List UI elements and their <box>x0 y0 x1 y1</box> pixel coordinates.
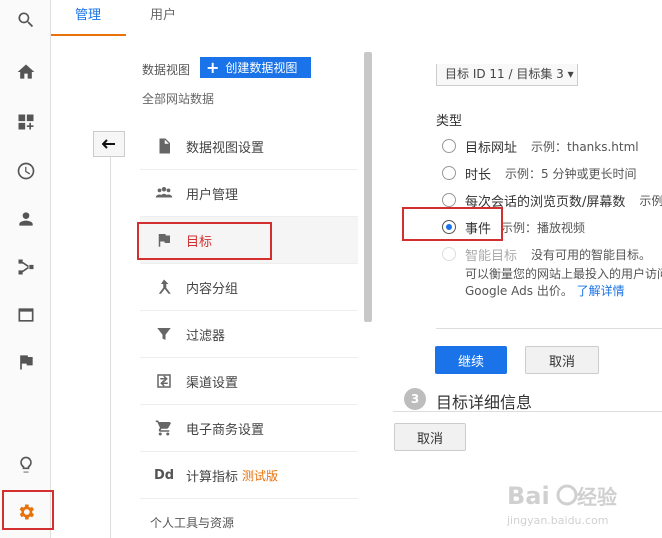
beta-badge: 测试版 <box>242 468 279 483</box>
radio-label: 目标网址 <box>465 140 518 156</box>
continue-button[interactable]: 继续 <box>435 346 507 374</box>
menu-item-filters[interactable]: 过滤器 <box>140 311 358 358</box>
tab-users[interactable]: 用户 <box>150 4 176 40</box>
admin-highlight-box <box>2 490 54 530</box>
menu-scrollbar[interactable] <box>364 52 372 322</box>
menu-item-label: 用户管理 <box>186 187 239 203</box>
svg-text:Bai: Bai <box>507 482 550 510</box>
baidu-watermark-logo: Bai 经验 jingyan.baidu.com <box>506 482 617 527</box>
menu-item-label: 电子商务设置 <box>186 422 265 438</box>
conversions-flag-icon[interactable] <box>0 342 51 382</box>
radio-destination[interactable] <box>442 139 456 153</box>
menu-item-channel-settings[interactable]: 渠道设置 <box>140 358 358 405</box>
goal-type-duration[interactable]: 时长 示例：5 分钟或更长时间 <box>442 163 636 183</box>
smart-desc-line1: 可以衡量您的网站上最投入的用户访问 <box>465 267 662 281</box>
back-button[interactable] <box>93 131 125 157</box>
cancel-bottom-button[interactable]: 取消 <box>394 423 466 451</box>
menu-item-user-management[interactable]: 用户管理 <box>140 170 358 217</box>
menu-item-label: 渠道设置 <box>186 375 239 391</box>
menu-item-ecommerce[interactable]: 电子商务设置 <box>140 405 358 452</box>
grouping-icon <box>152 277 176 297</box>
divider <box>393 411 662 412</box>
goal-id-value: 目标 ID 11 / 目标集 3 <box>445 67 564 81</box>
radio-example: 示例 <box>639 193 662 208</box>
menu-item-label: 内容分组 <box>186 281 239 297</box>
tab-underline <box>51 34 126 36</box>
radio-example: 示例：5 分钟或更长时间 <box>505 166 637 181</box>
create-view-button[interactable]: + 创建数据视图 <box>200 57 311 78</box>
document-icon <box>152 136 176 156</box>
menu-item-label: 数据视图设置 <box>186 140 265 156</box>
menu-item-label: 过滤器 <box>186 328 226 344</box>
dropdown-arrow-icon: ▾ <box>567 67 574 81</box>
learn-more-link[interactable]: 了解详情 <box>577 284 625 298</box>
svg-text:jingyan.baidu.com: jingyan.baidu.com <box>506 514 609 527</box>
radio-duration[interactable] <box>442 166 456 180</box>
view-label: 数据视图 <box>142 63 191 77</box>
radio-label: 智能目标 <box>465 248 518 264</box>
channel-icon <box>152 371 176 391</box>
svg-text:经验: 经验 <box>577 485 617 509</box>
dd-icon: Dd <box>153 467 175 483</box>
cart-icon <box>152 418 176 438</box>
radio-pages[interactable] <box>442 193 456 207</box>
event-highlight-box <box>402 207 503 241</box>
radio-label: 时长 <box>465 167 492 183</box>
divider <box>436 328 662 329</box>
person-icon[interactable] <box>0 199 51 239</box>
acquisition-icon[interactable] <box>0 247 51 287</box>
step-title-goal-details: 目标详细信息 <box>436 393 533 412</box>
cancel-button[interactable]: 取消 <box>525 346 599 374</box>
goal-type-smart: 智能目标 没有可用的智能目标。 <box>442 244 651 264</box>
smart-goal-description: 可以衡量您的网站上最投入的用户访问 Google Ads 出价。 了解详情 <box>465 266 662 300</box>
smart-desc-line2: Google Ads 出价。 <box>465 284 573 298</box>
lightbulb-icon[interactable] <box>0 445 51 485</box>
people-icon <box>152 183 176 203</box>
radio-example: 示例：播放视频 <box>501 220 586 235</box>
menu-item-view-settings[interactable]: 数据视图设置 <box>140 123 358 170</box>
home-icon[interactable] <box>0 52 51 92</box>
menu-item-content-grouping[interactable]: 内容分组 <box>140 264 358 311</box>
divider <box>110 157 111 538</box>
type-heading: 类型 <box>436 114 463 129</box>
search-icon[interactable] <box>0 0 51 40</box>
goal-type-destination[interactable]: 目标网址 示例：thanks.html <box>442 136 639 156</box>
goals-highlight-box <box>137 222 272 260</box>
dashboard-add-icon[interactable] <box>0 102 51 142</box>
clock-icon[interactable] <box>0 151 51 191</box>
plus-icon: + <box>206 58 220 77</box>
filter-icon <box>152 324 176 344</box>
section-personal-tools: 个人工具与资源 <box>150 516 235 530</box>
arrow-left-icon <box>102 139 115 149</box>
radio-smart <box>442 247 456 261</box>
all-site-data: 全部网站数据 <box>142 92 215 106</box>
left-nav-rail <box>0 0 51 538</box>
radio-example: 没有可用的智能目标。 <box>531 247 652 262</box>
create-view-label: 创建数据视图 <box>225 61 298 75</box>
step-number-badge: 3 <box>404 388 426 410</box>
goal-id-select[interactable]: 目标 ID 11 / 目标集 3 ▾ <box>436 64 578 86</box>
menu-item-label: 计算指标 <box>186 469 239 485</box>
behavior-icon[interactable] <box>0 295 51 335</box>
radio-example: 示例：thanks.html <box>531 139 639 154</box>
menu-item-calculated-metrics[interactable]: Dd 计算指标 测试版 <box>140 452 358 499</box>
